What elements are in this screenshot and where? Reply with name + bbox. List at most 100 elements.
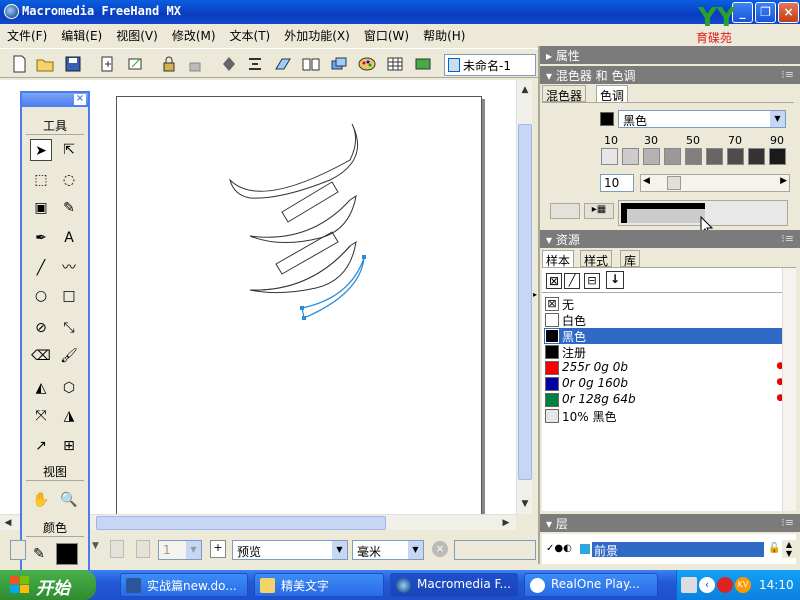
scale-tool-icon[interactable]: ⤧: [30, 405, 52, 427]
eyedropper-tool-icon[interactable]: ✎: [58, 197, 80, 219]
pen-tool-icon[interactable]: ✒: [30, 227, 52, 249]
book-icon[interactable]: [300, 53, 322, 75]
stroke-color-icon[interactable]: ✎: [28, 543, 50, 565]
color-select[interactable]: 黑色 ▼: [618, 110, 786, 128]
close-button[interactable]: ×: [778, 2, 799, 23]
tint-slider[interactable]: ◀ ▶: [640, 174, 790, 192]
tint-swatch[interactable]: [706, 148, 723, 165]
tab-tints[interactable]: 色调: [596, 85, 629, 103]
layers-toolbar-icon[interactable]: [328, 53, 350, 75]
menu-file[interactable]: 文件(F): [0, 24, 54, 47]
taskbar-item-freehand[interactable]: Macromedia F...: [390, 573, 518, 597]
view-mode-select[interactable]: 预览 ▼: [232, 540, 348, 560]
layers-panel-header[interactable]: ▾ 层 ⁝≡: [540, 514, 800, 532]
tools-panel-header[interactable]: ×: [22, 93, 88, 107]
page-number-field[interactable]: 1 ▼: [158, 540, 202, 560]
menu-text[interactable]: 文本(T): [223, 24, 278, 47]
line-tool-icon[interactable]: ╱: [30, 257, 52, 279]
page-tool-icon[interactable]: ⬚: [30, 169, 52, 191]
swatches-scrollbar[interactable]: [782, 268, 796, 511]
kv-antivirus-icon[interactable]: KV: [735, 577, 751, 593]
taskbar-item-doc[interactable]: 实战篇new.do...: [120, 573, 248, 597]
tint-value-input[interactable]: 10: [600, 174, 634, 192]
subselect-tool-icon[interactable]: ⇱: [58, 139, 80, 161]
save-icon[interactable]: [62, 53, 84, 75]
layer-color-icon[interactable]: [580, 544, 590, 554]
close-icon[interactable]: ×: [74, 94, 86, 105]
vertical-scrollbar[interactable]: ▲ ▼: [516, 80, 532, 514]
lasso-tool-icon[interactable]: ◌: [58, 169, 80, 191]
tray-arrow-icon[interactable]: ‹: [699, 577, 715, 593]
rectangle-tool-icon[interactable]: □: [58, 285, 80, 307]
knife-tool-icon[interactable]: ⤡: [58, 317, 80, 339]
swatch-row[interactable]: ⊠ 无: [544, 296, 794, 312]
connector-tool-icon[interactable]: ↗: [30, 435, 52, 457]
swatch-row[interactable]: 255r 0g 0b●●●: [544, 360, 796, 376]
blend-tool-icon[interactable]: ◭: [30, 377, 52, 399]
dock-collapse-icon[interactable]: ▸: [533, 290, 539, 326]
import-icon[interactable]: [96, 53, 118, 75]
add-to-swatches-grid-icon[interactable]: ▸▦: [584, 203, 614, 219]
new-file-icon[interactable]: [8, 53, 30, 75]
tint-swatch[interactable]: [685, 148, 702, 165]
properties-panel-header[interactable]: ▸ 属性: [540, 46, 800, 64]
mixer-panel-header[interactable]: ▾ 混色器 和 色调 ⁝≡: [540, 66, 800, 84]
menu-help[interactable]: 帮助(H): [416, 24, 472, 47]
pointer-tool-icon[interactable]: ➤: [30, 139, 52, 161]
scroll-right-icon[interactable]: ▶: [498, 515, 514, 531]
status-dropdown-arrow-icon[interactable]: ▼: [92, 541, 102, 559]
layer-visibility-icon[interactable]: ✓●◐: [546, 543, 572, 554]
swatch-row[interactable]: 0r 128g 64b●●●: [544, 392, 796, 408]
tab-library[interactable]: 库: [620, 250, 641, 268]
horizontal-scroll-thumb[interactable]: [96, 516, 386, 530]
tint-swatch[interactable]: [664, 148, 681, 165]
menu-modify[interactable]: 修改(M): [165, 24, 223, 47]
swatch-row[interactable]: 注册: [544, 344, 794, 360]
tab-swatches[interactable]: 样本: [542, 250, 575, 268]
tab-styles[interactable]: 样式: [580, 250, 613, 268]
keyboard-icon[interactable]: [681, 577, 697, 593]
tint-swatch[interactable]: [769, 148, 786, 165]
scroll-down-icon[interactable]: ▼: [517, 496, 533, 512]
swatch-row-selected[interactable]: 黑色: [544, 328, 794, 344]
swatch-menu-icon[interactable]: ↓: [606, 271, 624, 289]
scroll-up-icon[interactable]: ▲: [517, 82, 533, 98]
taskbar-item-realone[interactable]: RealOne Play...: [524, 573, 658, 597]
prev-page-icon[interactable]: [136, 540, 150, 558]
stroke-swatch-icon[interactable]: ╱: [564, 273, 580, 289]
menu-xtras[interactable]: 外加功能(X): [277, 24, 357, 47]
library-icon[interactable]: [412, 53, 434, 75]
transform-icon[interactable]: [272, 53, 294, 75]
add-to-swatches-icon[interactable]: [550, 203, 580, 219]
hand-tool-icon[interactable]: ✋: [30, 489, 52, 511]
fill-swatch-icon[interactable]: ⊟: [584, 273, 600, 289]
group-icon[interactable]: [218, 53, 240, 75]
menu-view[interactable]: 视图(V): [109, 24, 165, 47]
tab-mixer[interactable]: 混色器: [542, 85, 587, 103]
tint-swatch[interactable]: [601, 148, 618, 165]
fill-color-swatch[interactable]: [56, 543, 78, 565]
pencil-tool-icon[interactable]: 〰: [58, 257, 80, 279]
slider-thumb[interactable]: [667, 176, 681, 190]
tint-swatch[interactable]: [622, 148, 639, 165]
assets-panel-header[interactable]: ▾ 资源 ⁝≡: [540, 230, 800, 248]
swatch-row[interactable]: 10% 黑色: [544, 408, 794, 424]
vertical-scroll-thumb[interactable]: [518, 124, 532, 480]
layers-scroll-icon[interactable]: ▲ ▼: [782, 540, 796, 558]
tint-swatch[interactable]: [727, 148, 744, 165]
tint-swatch[interactable]: [748, 148, 765, 165]
zoom-tool-icon[interactable]: 🔍: [58, 489, 80, 511]
swatch-row[interactable]: 白色: [544, 312, 794, 328]
export-icon[interactable]: [124, 53, 146, 75]
units-select[interactable]: 毫米 ▼: [352, 540, 424, 560]
eraser-tool-icon[interactable]: ⌫: [30, 345, 52, 367]
trace-tool-icon[interactable]: ▣: [30, 197, 52, 219]
table-icon[interactable]: [384, 53, 406, 75]
document-selector[interactable]: 未命名-1: [444, 54, 536, 76]
open-folder-icon[interactable]: [34, 53, 56, 75]
scroll-left-icon[interactable]: ◀: [0, 515, 16, 531]
add-page-icon[interactable]: +: [210, 540, 226, 558]
brush-tool-icon[interactable]: 🖌: [58, 345, 80, 367]
freeform-tool-icon[interactable]: ⊘: [30, 317, 52, 339]
menu-edit[interactable]: 编辑(E): [54, 24, 109, 47]
